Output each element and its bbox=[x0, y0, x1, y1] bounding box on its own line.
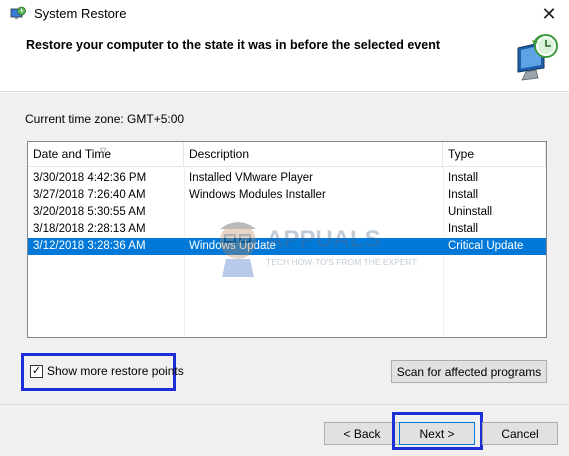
column-header-type[interactable]: Type bbox=[443, 142, 546, 167]
watermark-tagline: TECH HOW-TO'S FROM THE EXPERTS! bbox=[266, 257, 418, 267]
title-bar: System Restore ✕ bbox=[0, 0, 569, 28]
row-type: Critical Update bbox=[448, 240, 524, 252]
watermark-brand: APPUALS bbox=[266, 226, 381, 253]
row-date: 3/27/2018 7:26:40 AM bbox=[33, 189, 146, 201]
page-heading: Restore your computer to the state it wa… bbox=[26, 38, 440, 52]
row-type: Uninstall bbox=[448, 206, 493, 218]
timezone-label: Current time zone: GMT+5:00 bbox=[25, 112, 185, 126]
list-header: Date and Time ▽ Description Type bbox=[28, 142, 546, 167]
wizard-header: Restore your computer to the state it wa… bbox=[0, 28, 569, 92]
cancel-button[interactable]: Cancel bbox=[482, 422, 558, 445]
close-icon: ✕ bbox=[541, 3, 557, 24]
row-date: 3/30/2018 4:42:36 PM bbox=[33, 172, 147, 184]
show-more-label[interactable]: Show more restore points bbox=[47, 364, 184, 378]
column-header-type-label: Type bbox=[448, 147, 475, 161]
row-type: Install bbox=[448, 223, 479, 235]
column-header-description-label: Description bbox=[189, 147, 250, 161]
list-row[interactable]: 3/27/2018 7:26:40 AM Windows Modules Ins… bbox=[28, 187, 546, 204]
list-row[interactable]: 3/30/2018 4:42:36 PM Installed VMware Pl… bbox=[28, 170, 546, 187]
restore-points-list[interactable]: Date and Time ▽ Description Type 3/30/20… bbox=[27, 141, 547, 338]
row-type: Install bbox=[448, 189, 479, 201]
row-description: Windows Modules Installer bbox=[189, 189, 326, 201]
row-date: 3/18/2018 2:28:13 AM bbox=[33, 223, 146, 235]
show-more-highlight: ✓ Show more restore points bbox=[21, 353, 184, 391]
scan-affected-programs-button[interactable]: Scan for affected programs bbox=[391, 360, 547, 383]
row-date: 3/12/2018 3:28:36 AM bbox=[33, 240, 146, 252]
system-restore-monitor-icon bbox=[517, 34, 558, 81]
close-button[interactable]: ✕ bbox=[535, 2, 563, 26]
checkmark-icon: ✓ bbox=[31, 365, 42, 377]
system-restore-icon bbox=[10, 6, 26, 19]
back-button[interactable]: < Back bbox=[324, 422, 400, 445]
row-description: Installed VMware Player bbox=[189, 172, 313, 184]
show-more-checkbox[interactable]: ✓ bbox=[30, 365, 43, 378]
appuals-watermark: APPUALS TECH HOW-TO'S FROM THE EXPERTS! bbox=[220, 222, 418, 277]
next-button[interactable]: Next > bbox=[399, 422, 475, 445]
row-date: 3/20/2018 5:30:55 AM bbox=[33, 206, 146, 218]
sort-arrow-icon: ▽ bbox=[100, 146, 107, 155]
wizard-content: Current time zone: GMT+5:00 Date and Tim… bbox=[0, 93, 569, 456]
footer-divider bbox=[0, 404, 569, 405]
row-type: Install bbox=[448, 172, 479, 184]
window-title: System Restore bbox=[34, 6, 127, 21]
column-header-description[interactable]: Description bbox=[184, 142, 443, 167]
column-header-date[interactable]: Date and Time ▽ bbox=[28, 142, 184, 167]
